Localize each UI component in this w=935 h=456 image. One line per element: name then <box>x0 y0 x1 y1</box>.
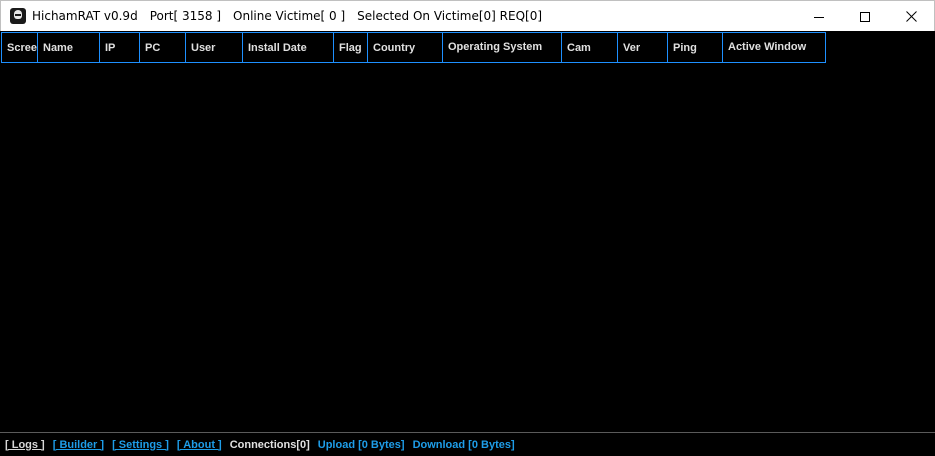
minimize-button[interactable] <box>796 1 842 32</box>
title-bar[interactable]: HichamRAT v0.9d Port[ 3158 ] Online Vict… <box>0 0 935 31</box>
minimize-icon <box>814 16 824 18</box>
column-header-active-window[interactable]: Active Window <box>722 32 826 63</box>
logs-link[interactable]: [ Logs ] <box>5 439 45 451</box>
column-header-install-date[interactable]: Install Date <box>242 32 334 63</box>
download-stat: Download [0 Bytes] <box>412 438 515 451</box>
connections-count: Connections[0] <box>229 438 310 451</box>
app-title: HichamRAT v0.9d <box>32 9 138 23</box>
maximize-icon <box>860 11 870 22</box>
column-header-flag[interactable]: Flag <box>333 32 368 63</box>
column-header-cam[interactable]: Cam <box>561 32 618 63</box>
builder-link[interactable]: [ Builder ] <box>53 439 104 451</box>
column-header-country[interactable]: Country <box>367 32 443 63</box>
about-link[interactable]: [ About ] <box>177 439 222 451</box>
column-header-ip[interactable]: IP <box>99 32 140 63</box>
selected-victims-count: Selected On Victime[0] REQ[0] <box>357 9 543 23</box>
victims-grid-header: Screen Name IP PC User Install Date Flag… <box>1 32 826 63</box>
close-icon <box>905 11 917 22</box>
column-header-screen[interactable]: Screen <box>1 32 38 63</box>
column-header-ver[interactable]: Ver <box>617 32 668 63</box>
maximize-button[interactable] <box>842 1 888 32</box>
column-header-ping[interactable]: Ping <box>667 32 723 63</box>
status-bar: [ Logs ] [ Builder ] [ Settings ] [ Abou… <box>0 433 935 456</box>
window-controls <box>796 1 934 32</box>
close-button[interactable] <box>888 1 934 32</box>
port-indicator: Port[ 3158 ] <box>149 9 222 23</box>
settings-link[interactable]: [ Settings ] <box>112 439 169 451</box>
victims-grid-body[interactable] <box>1 63 934 432</box>
column-header-user[interactable]: User <box>185 32 243 63</box>
online-victims-count: Online Victime[ 0 ] <box>233 9 346 23</box>
upload-stat: Upload [0 Bytes] <box>317 438 405 451</box>
app-mask-icon <box>10 8 26 24</box>
column-header-name[interactable]: Name <box>37 32 100 63</box>
column-header-operating-system[interactable]: Operating System <box>442 32 562 63</box>
column-header-pc[interactable]: PC <box>139 32 186 63</box>
